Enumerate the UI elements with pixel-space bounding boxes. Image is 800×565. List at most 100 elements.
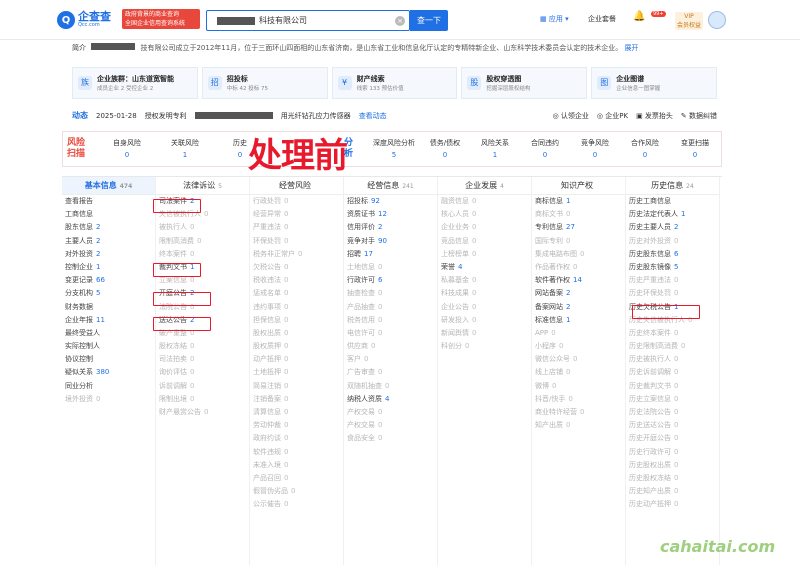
card-bidding[interactable]: 招招投标 中标 42 投标 75 (201, 67, 328, 99)
vip-button[interactable]: VIP 会员权益 (675, 12, 703, 30)
list-item[interactable]: 历史开庭公告 0 (626, 432, 719, 445)
list-item[interactable]: 上榜榜单 0 (438, 248, 531, 261)
list-item[interactable]: 实际控制人 (62, 340, 155, 353)
search-button[interactable]: 查一下 (410, 10, 448, 31)
list-item[interactable]: 历史动产抵押 0 (626, 498, 719, 511)
list-item[interactable]: 线上店铺 0 (532, 366, 625, 379)
list-item[interactable]: 历史行政许可 0 (626, 446, 719, 459)
claim-button[interactable]: ◎ 认领企业 (553, 111, 589, 121)
list-item[interactable]: 新闻舆情 0 (438, 327, 531, 340)
risk-self[interactable]: 自身风险 0 (105, 138, 149, 159)
column-header[interactable]: 历史信息 24 (626, 177, 719, 195)
list-item[interactable]: 历史诉前调解 0 (626, 366, 719, 379)
list-item[interactable]: 历史知产出质 0 (626, 485, 719, 498)
list-item[interactable]: 国际专利 0 (532, 235, 625, 248)
list-item[interactable]: 资质证书 12 (344, 208, 437, 221)
list-item[interactable]: 作品著作权 0 (532, 261, 625, 274)
list-item[interactable]: 核心人员 0 (438, 208, 531, 221)
list-item[interactable]: 严重违法 0 (250, 221, 343, 234)
list-item[interactable]: 企业年报 11 (62, 314, 155, 327)
list-item[interactable]: 历史股东信息 6 (626, 248, 719, 261)
expand-link[interactable]: 展开 (624, 44, 638, 52)
list-item[interactable]: 微博 0 (532, 380, 625, 393)
list-item[interactable]: 股权冻结 0 (156, 340, 249, 353)
list-item[interactable]: 注销备案 0 (250, 393, 343, 406)
list-item[interactable]: 终本案件 0 (156, 248, 249, 261)
list-item[interactable]: 专利信息 27 (532, 221, 625, 234)
risk-cooperation[interactable]: 合作风险 0 (623, 138, 667, 159)
list-item[interactable]: 历史被执行人 0 (626, 353, 719, 366)
list-item[interactable]: 限制出境 0 (156, 393, 249, 406)
card-equity[interactable]: 股股权穿透图 挖掘深层股权结构 (461, 67, 588, 99)
list-item[interactable]: 科技成果 0 (438, 287, 531, 300)
package-link[interactable]: 企业套餐 (588, 14, 616, 24)
list-item[interactable]: 历史法院公告 0 (626, 406, 719, 419)
list-item[interactable]: 软件违规 0 (250, 446, 343, 459)
column-header[interactable]: 基本信息 474 (62, 177, 155, 195)
list-item[interactable]: 小程序 0 (532, 340, 625, 353)
list-item[interactable]: 科创分 0 (438, 340, 531, 353)
app-menu[interactable]: ▦ 应用 ▾ (540, 14, 569, 24)
risk-debt[interactable]: 债务/债权 0 (423, 138, 467, 159)
list-item[interactable]: 电信许可 0 (344, 327, 437, 340)
list-item[interactable]: 微信公众号 0 (532, 353, 625, 366)
column-header[interactable]: 企业发展 4 (438, 177, 531, 195)
list-item[interactable]: 劳动仲裁 0 (250, 419, 343, 432)
column-header[interactable]: 知识产权 (532, 177, 625, 195)
list-item[interactable]: 软件著作权 14 (532, 274, 625, 287)
list-item[interactable]: 双随机抽查 0 (344, 380, 437, 393)
card-graph[interactable]: 图企业图谱 企业信息一图掌握 (591, 67, 717, 99)
list-item[interactable]: 询价评估 0 (156, 366, 249, 379)
list-item[interactable]: 动产抵押 0 (250, 353, 343, 366)
list-item[interactable]: 企业公告 0 (438, 301, 531, 314)
list-item[interactable]: 商标信息 1 (532, 195, 625, 208)
list-item[interactable]: 历史终本案件 0 (626, 327, 719, 340)
list-item[interactable]: 历史环保处罚 0 (626, 287, 719, 300)
list-item[interactable]: 产品抽查 0 (344, 301, 437, 314)
list-item[interactable]: 财产悬赏公告 0 (156, 406, 249, 419)
list-item[interactable]: 假冒伪劣品 0 (250, 485, 343, 498)
list-item[interactable]: 知产出质 0 (532, 419, 625, 432)
list-item[interactable]: 历史立案信息 0 (626, 393, 719, 406)
list-item[interactable]: 分支机构 5 (62, 287, 155, 300)
list-item[interactable]: 信用评价 2 (344, 221, 437, 234)
list-item[interactable]: 历史对外投资 0 (626, 235, 719, 248)
list-item[interactable]: 广告审查 0 (344, 366, 437, 379)
list-item[interactable]: 股权质押 0 (250, 340, 343, 353)
list-item[interactable]: 担保信息 0 (250, 314, 343, 327)
list-item[interactable]: 历史法定代表人 1 (626, 208, 719, 221)
list-item[interactable]: 竞争对手 90 (344, 235, 437, 248)
qcc-logo[interactable]: Q 企查查 Qcc.com (57, 9, 119, 31)
list-item[interactable]: 抖音/快手 0 (532, 393, 625, 406)
list-item[interactable]: 变更记录 66 (62, 274, 155, 287)
list-item[interactable]: 环保处罚 0 (250, 235, 343, 248)
list-item[interactable]: 公示催告 0 (250, 498, 343, 511)
risk-contract[interactable]: 合同违约 0 (523, 138, 567, 159)
list-item[interactable]: 疑似关系 380 (62, 366, 155, 379)
list-item[interactable]: 未准入境 0 (250, 459, 343, 472)
list-item[interactable]: 欠税公告 0 (250, 261, 343, 274)
list-item[interactable]: 客户 0 (344, 353, 437, 366)
list-item[interactable]: 私募基金 0 (438, 274, 531, 287)
avatar[interactable] (708, 11, 726, 29)
list-item[interactable]: 司法拍卖 0 (156, 353, 249, 366)
clear-icon[interactable]: × (395, 16, 405, 26)
list-item[interactable]: 对外投资 2 (62, 248, 155, 261)
pk-button[interactable]: ◎ 企业PK (597, 111, 628, 121)
list-item[interactable]: 融资信息 0 (438, 195, 531, 208)
list-item[interactable]: 产品召回 0 (250, 472, 343, 485)
list-item[interactable]: 土地信息 0 (344, 261, 437, 274)
list-item[interactable]: 工商信息 (62, 208, 155, 221)
search-input[interactable]: 科技有限公司 × (206, 10, 410, 31)
list-item[interactable]: 供应商 0 (344, 340, 437, 353)
list-item[interactable]: 产权交易 0 (344, 406, 437, 419)
list-item[interactable]: 历史限制高消费 0 (626, 340, 719, 353)
list-item[interactable]: 股权出质 0 (250, 327, 343, 340)
list-item[interactable]: 清算信息 0 (250, 406, 343, 419)
column-header[interactable]: 经营信息 241 (344, 177, 437, 195)
list-item[interactable]: 产权交易 0 (344, 419, 437, 432)
list-item[interactable]: 主要人员 2 (62, 235, 155, 248)
list-item[interactable]: 标准信息 1 (532, 314, 625, 327)
list-item[interactable]: 研发投入 0 (438, 314, 531, 327)
list-item[interactable]: 历史送达公告 0 (626, 419, 719, 432)
